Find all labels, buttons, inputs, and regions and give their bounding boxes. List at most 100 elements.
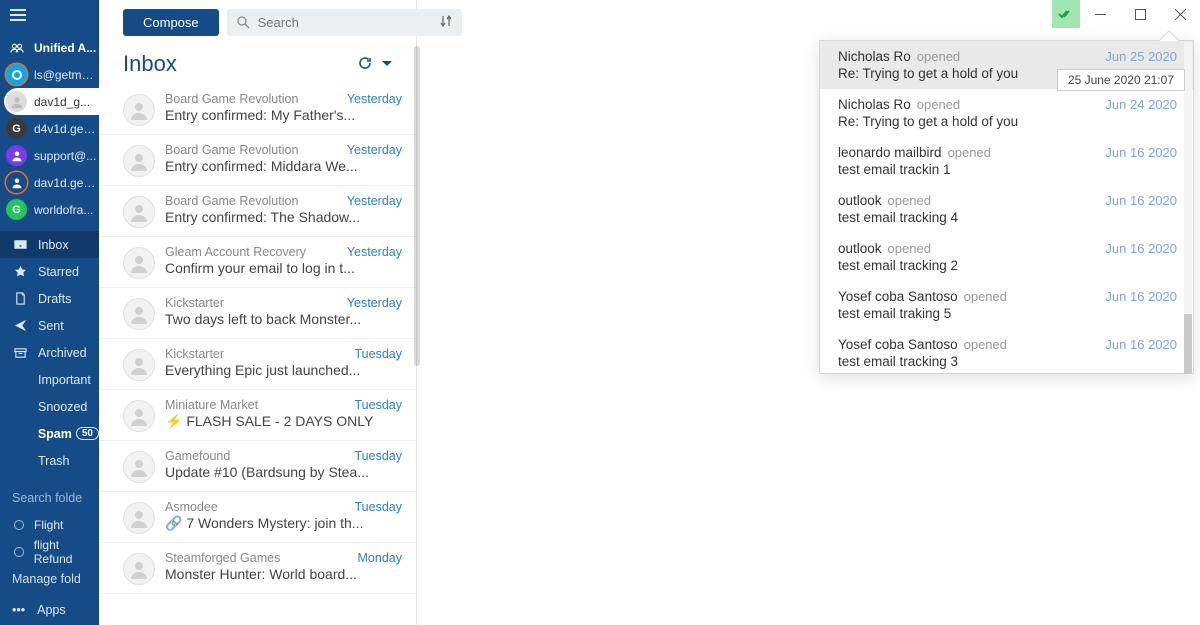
account-icon <box>6 91 27 112</box>
minimize-icon <box>1095 9 1106 20</box>
avatar <box>123 298 155 330</box>
tracking-status: opened <box>917 49 1106 64</box>
message-item[interactable]: KickstarterTuesdayEverything Epic just l… <box>99 339 416 390</box>
tracking-subject: test email trackin 1 <box>838 162 1177 177</box>
tracking-item[interactable]: outlookopenedJun 16 2020test email track… <box>820 233 1193 281</box>
account-item[interactable]: ls@getmai... <box>0 61 99 88</box>
folder-item[interactable]: Inbox <box>0 231 99 258</box>
message-sender: Miniature Market <box>165 398 355 412</box>
message-item[interactable]: Board Game RevolutionYesterdayEntry conf… <box>99 84 416 135</box>
tracking-status: opened <box>917 97 1106 112</box>
popover-scrollbar[interactable] <box>1184 42 1192 374</box>
message-item[interactable]: Board Game RevolutionYesterdayEntry conf… <box>99 135 416 186</box>
close-button[interactable] <box>1160 0 1200 28</box>
account-item[interactable]: Gworldofra... <box>0 196 99 223</box>
user-folder[interactable]: flight Refund <box>0 538 99 565</box>
message-date: Monday <box>358 551 402 565</box>
message-subject: Update #10 (Bardsung by Stea... <box>165 464 402 480</box>
menu-button[interactable] <box>0 0 99 30</box>
search-field[interactable] <box>227 9 462 36</box>
folder-item[interactable]: Spam 50 <box>0 420 99 447</box>
account-label: Unified A... <box>34 41 96 55</box>
message-sender: Steamforged Games <box>165 551 358 565</box>
tracking-button[interactable] <box>1052 0 1080 28</box>
account-item[interactable]: support@... <box>0 142 99 169</box>
folder-item[interactable]: Sent <box>0 312 99 339</box>
message-subject: Entry confirmed: Middara We... <box>165 158 402 174</box>
tracking-item[interactable]: Yosef coba SantosoopenedJun 16 2020test … <box>820 281 1193 329</box>
folder-count: 50 <box>76 427 99 440</box>
message-sender: Board Game Revolution <box>165 92 347 106</box>
account-label: dav1d.gea... <box>34 176 99 190</box>
message-item[interactable]: Board Game RevolutionYesterdayEntry conf… <box>99 186 416 237</box>
user-folder[interactable]: Flight <box>0 511 99 538</box>
tracking-item[interactable]: outlookopenedJun 16 2020test email track… <box>820 185 1193 233</box>
scrollbar-thumb[interactable] <box>414 46 420 366</box>
search-input[interactable] <box>258 15 434 30</box>
account-item[interactable]: dav1d.gea... <box>0 169 99 196</box>
account-label: dav1d_g... <box>34 95 90 109</box>
tracking-date: Jun 16 2020 <box>1105 337 1177 352</box>
folder-item[interactable]: Archived <box>0 339 99 366</box>
message-subject: Entry confirmed: My Father's... <box>165 107 402 123</box>
tracking-item[interactable]: Nicholas RoopenedJun 24 2020Re: Trying t… <box>820 89 1193 137</box>
tracking-subject: test email tracking 4 <box>838 210 1177 225</box>
apps-label: Apps <box>37 603 66 617</box>
minimize-button[interactable] <box>1080 0 1120 28</box>
message-item[interactable]: Steamforged GamesMondayMonster Hunter: W… <box>99 543 416 594</box>
message-subject: Monster Hunter: World board... <box>165 566 402 582</box>
apps-button[interactable]: ••• Apps <box>0 595 99 625</box>
close-icon <box>1175 9 1186 20</box>
tracking-item[interactable]: Yosef coba SantosoopenedJun 16 2020test … <box>820 329 1193 375</box>
folder-item[interactable]: Starred <box>0 258 99 285</box>
folder-label: Spam <box>38 427 72 441</box>
inbox-icon <box>12 238 28 251</box>
message-sender: Asmodee <box>165 500 355 514</box>
sort-icon[interactable] <box>440 15 452 30</box>
account-icon <box>6 172 27 193</box>
tracking-status: opened <box>964 337 1106 352</box>
refresh-icon <box>358 56 372 70</box>
message-item[interactable]: KickstarterYesterdayTwo days left to bac… <box>99 288 416 339</box>
tracking-date: Jun 16 2020 <box>1105 241 1177 256</box>
folder-dot-icon <box>14 520 24 530</box>
tracking-subject: test email tracking 2 <box>838 258 1177 273</box>
account-icon <box>6 145 27 166</box>
tracking-item[interactable]: leonardo mailbirdopenedJun 16 2020test e… <box>820 137 1193 185</box>
folder-label: Archived <box>38 346 87 360</box>
account-item[interactable]: Gd4v1d.ge4... <box>0 115 99 142</box>
folder-label: Important <box>38 373 91 387</box>
refresh-button[interactable] <box>358 56 372 73</box>
message-item[interactable]: GamefoundTuesdayUpdate #10 (Bardsung by … <box>99 441 416 492</box>
message-date: Yesterday <box>347 296 402 310</box>
tracking-item[interactable]: Nicholas RoopenedJun 25 2020Re: Trying t… <box>820 41 1193 89</box>
message-item[interactable]: AsmodeeTuesday🔗 7 Wonders Mystery: join … <box>99 492 416 543</box>
tracking-name: leonardo mailbird <box>838 145 942 160</box>
message-item[interactable]: Miniature MarketTuesday⚡ FLASH SALE - 2 … <box>99 390 416 441</box>
messagelist-scrollbar[interactable] <box>414 0 420 625</box>
message-item[interactable]: Gleam Account RecoveryYesterdayConfirm y… <box>99 237 416 288</box>
account-item[interactable]: Unified A... <box>0 34 99 61</box>
maximize-button[interactable] <box>1120 0 1160 28</box>
folder-label: Trash <box>38 454 70 468</box>
user-folder-label: Flight <box>34 518 63 532</box>
bolt-icon: ⚡ <box>165 413 186 429</box>
filter-dropdown[interactable] <box>382 56 392 72</box>
folder-item[interactable]: Trash <box>0 447 99 474</box>
folder-item[interactable]: Important <box>0 366 99 393</box>
folder-item[interactable]: Drafts <box>0 285 99 312</box>
message-subject: Entry confirmed: The Shadow... <box>165 209 402 225</box>
message-date: Yesterday <box>347 194 402 208</box>
ellipsis-icon: ••• <box>12 603 25 617</box>
popover-scrollbar-thumb[interactable] <box>1184 314 1192 374</box>
tracking-name: Nicholas Ro <box>838 49 911 64</box>
folder-item[interactable]: Snoozed <box>0 393 99 420</box>
message-date: Tuesday <box>355 449 402 463</box>
tracking-date: Jun 16 2020 <box>1105 145 1177 160</box>
tracking-name: outlook <box>838 193 882 208</box>
compose-button[interactable]: Compose <box>123 9 219 36</box>
message-date: Yesterday <box>347 143 402 157</box>
account-item[interactable]: dav1d_g... <box>4 88 99 115</box>
manage-folders[interactable]: Manage fold <box>0 565 99 592</box>
avatar <box>123 553 155 585</box>
